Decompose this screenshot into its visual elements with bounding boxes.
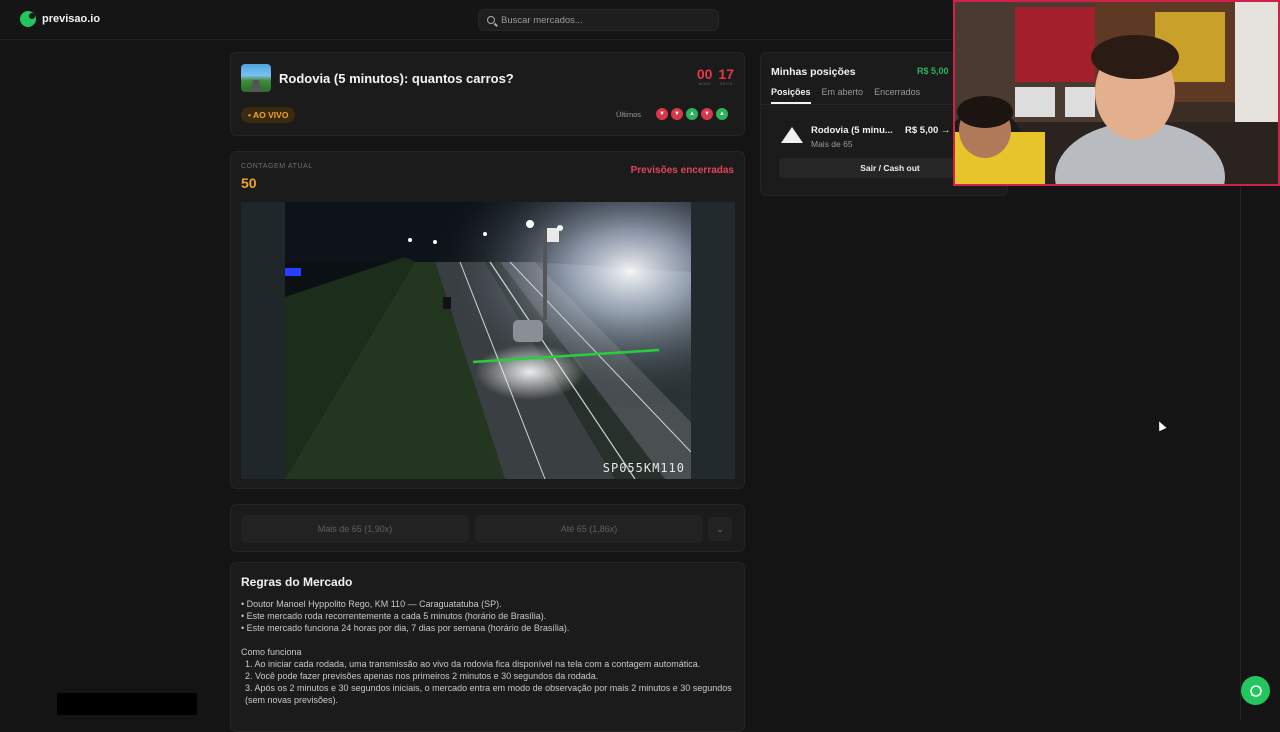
camera-label: SP055KM110: [602, 461, 685, 475]
timer-seconds-label: SECS: [719, 81, 733, 86]
bet-over-button[interactable]: Mais de 65 (1,90x): [241, 515, 469, 543]
tab-closed[interactable]: Encerrados: [874, 87, 920, 104]
timer-seconds: 17 SECS: [718, 67, 734, 86]
live-video[interactable]: SP055KM110: [241, 202, 735, 479]
highway-camera-frame: [285, 202, 691, 479]
webcam-image: [955, 2, 1278, 184]
live-badge: • AO VIVO: [241, 107, 296, 123]
video-letterbox-left: [241, 202, 285, 479]
recent-results-label: Últimos: [615, 109, 641, 119]
rules-step: 3. Após os 2 minutos e 30 segundos inici…: [245, 683, 732, 705]
positions-title: Minhas posições: [771, 66, 856, 78]
recent-results: Últimos ▼ ▼ ▲ ▼ ▲: [616, 108, 728, 120]
tab-open[interactable]: Em aberto: [822, 87, 864, 104]
rules-title: Regras do Mercado: [241, 575, 353, 589]
logo-text: previsao.io: [42, 13, 101, 25]
bet-under-button[interactable]: Até 65 (1,86x): [475, 515, 703, 543]
chevron-down-icon[interactable]: ⌄: [708, 517, 732, 541]
position-subtitle: Mais de 65: [811, 139, 853, 149]
page-right-border: [1240, 186, 1241, 720]
current-count-value: 50: [241, 175, 257, 191]
position-name: Rodovia (5 minu...: [811, 125, 893, 136]
triangle-up-icon: [781, 127, 803, 143]
market-thumbnail: [241, 64, 271, 92]
logo[interactable]: previsao.io: [20, 11, 100, 27]
result-up-icon: ▲: [686, 108, 698, 120]
rules-body: • Doutor Manoel Hyppolito Rego, KM 110 —…: [241, 598, 735, 706]
search-input[interactable]: [501, 14, 701, 26]
redacted-overlay: [57, 693, 197, 715]
rules-step: 1. Ao iniciar cada rodada, uma transmiss…: [245, 659, 701, 669]
result-down-icon: ▼: [671, 108, 683, 120]
tab-positions[interactable]: Posições: [771, 87, 811, 104]
chat-bubble-icon: [1249, 684, 1262, 697]
rules-line: • Doutor Manoel Hyppolito Rego, KM 110 —…: [241, 599, 502, 609]
rules-step: 2. Você pode fazer previsões apenas nos …: [245, 671, 599, 681]
market-header-card: Rodovia (5 minutos): quantos carros? 00 …: [230, 52, 745, 136]
rules-line: • Este mercado funciona 24 horas por dia…: [241, 623, 570, 633]
result-down-icon: ▼: [701, 108, 713, 120]
position-amount: R$ 5,00 →: [905, 125, 951, 136]
timer-minutes-value: 00: [696, 66, 713, 82]
result-up-icon: ▲: [716, 108, 728, 120]
market-title: Rodovia (5 minutos): quantos carros?: [279, 71, 514, 86]
countdown-timer: 00 MINS 17 SECS: [697, 67, 734, 86]
positions-tabs: Posições Em aberto Encerrados: [771, 87, 920, 104]
rules-card: Regras do Mercado • Doutor Manoel Hyppol…: [230, 562, 745, 732]
timer-minutes: 00 MINS: [697, 67, 713, 86]
timer-minutes-label: MINS: [698, 81, 711, 86]
how-it-works-title: Como funciona: [241, 647, 302, 657]
positions-total: R$ 5,00: [917, 66, 949, 76]
predictions-closed-status: Previsões encerradas: [630, 165, 734, 176]
timer-seconds-value: 17: [718, 66, 734, 82]
search-box[interactable]: [478, 9, 719, 31]
live-stream-card: CONTAGEM ATUAL 50 Previsões encerradas S…: [230, 151, 745, 489]
highway-scene-image: [285, 202, 691, 479]
webcam-overlay: [953, 0, 1280, 186]
logo-icon: [20, 11, 36, 27]
chat-button[interactable]: [1241, 676, 1270, 705]
result-down-icon: ▼: [656, 108, 668, 120]
rules-line: • Este mercado roda recorrentemente a ca…: [241, 611, 547, 621]
mouse-cursor-icon: [1155, 419, 1167, 432]
video-letterbox-right: [691, 202, 735, 479]
search-icon: [487, 16, 495, 24]
current-count-label: CONTAGEM ATUAL: [241, 163, 313, 170]
bet-options-card: Mais de 65 (1,90x) Até 65 (1,86x) ⌄: [230, 504, 745, 552]
